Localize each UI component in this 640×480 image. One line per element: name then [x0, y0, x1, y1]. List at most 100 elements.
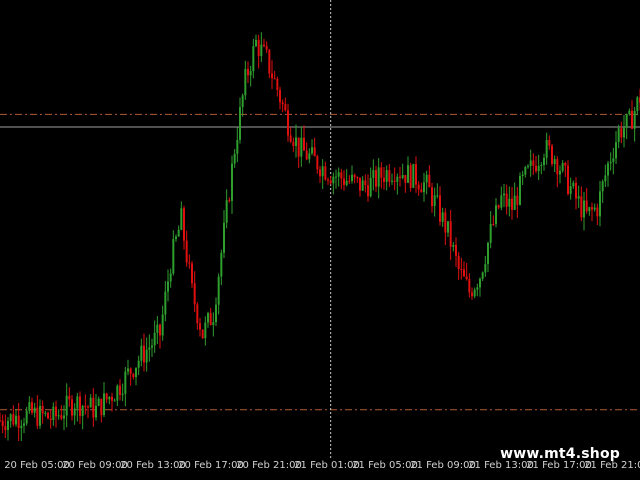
candle-body-154 [409, 165, 412, 188]
candle-body-66 [175, 236, 177, 240]
candle-body-140 [372, 170, 375, 178]
candle-body-128 [340, 172, 343, 179]
candle-body-30 [79, 396, 81, 416]
candle-body-60 [159, 324, 161, 336]
candle-body-99 [263, 44, 265, 47]
x-tick-label-7: 21 Feb 09:00 [410, 460, 476, 471]
candle-body-49 [129, 368, 132, 374]
candle-body-19 [49, 418, 52, 420]
candle-body-91 [241, 95, 244, 108]
candle-body-189 [503, 193, 505, 196]
candle-body-39 [103, 393, 105, 416]
candle-body-35 [92, 397, 95, 418]
candle-body-131 [348, 180, 351, 182]
candle-body-106 [281, 102, 284, 105]
candle-body-152 [404, 175, 407, 183]
candle-body-166 [441, 212, 444, 222]
candle-body-72 [191, 263, 193, 284]
candle-body-236 [628, 110, 631, 115]
candle-body-126 [335, 176, 337, 178]
candle-body-9 [23, 423, 25, 426]
candle-body-238 [633, 110, 636, 129]
candle-body-216 [575, 182, 577, 199]
x-tick-label-0: 20 Feb 05:00 [4, 460, 70, 471]
candle-body-38 [100, 398, 103, 416]
candle-body-167 [444, 212, 447, 233]
candle-body-175 [465, 276, 468, 280]
candle-body-65 [172, 239, 175, 274]
candle-body-100 [265, 46, 268, 50]
candle-body-90 [239, 107, 241, 140]
candle-body-148 [393, 180, 396, 182]
candle-body-183 [487, 242, 489, 264]
x-tick-label-5: 21 Feb 01:00 [294, 460, 360, 471]
candle-body-0 [0, 420, 1, 422]
candle-body-28 [73, 408, 76, 416]
candle-body-231 [615, 142, 617, 159]
candle-body-221 [588, 207, 591, 212]
candle-body-1 [1, 420, 4, 427]
candle-body-171 [455, 244, 457, 256]
candle-body-212 [564, 162, 567, 166]
candle-body-174 [463, 269, 465, 277]
candle-body-43 [113, 400, 116, 402]
candle-body-224 [596, 207, 599, 217]
candle-body-77 [204, 322, 207, 339]
candle-body-168 [447, 221, 449, 233]
candle-body-123 [327, 179, 329, 181]
candle-body-117 [311, 147, 313, 154]
candle-body-196 [521, 174, 524, 177]
candle-body-45 [119, 385, 121, 395]
candle-body-129 [343, 178, 345, 185]
candle-body-11 [28, 402, 31, 411]
candle-body-163 [433, 195, 436, 207]
candle-body-75 [199, 323, 201, 330]
candle-body-173 [460, 268, 463, 270]
candle-body-180 [479, 278, 481, 288]
candle-body-150 [399, 176, 401, 178]
candle-body-169 [449, 221, 452, 247]
candle-body-160 [425, 174, 428, 183]
candle-body-110 [292, 141, 295, 146]
candle-body-102 [271, 73, 273, 79]
candle-body-95 [252, 45, 255, 72]
candle-body-62 [164, 291, 167, 315]
candle-body-46 [121, 393, 124, 395]
candle-body-220 [585, 200, 588, 212]
candle-body-63 [167, 281, 169, 292]
candle-body-199 [529, 160, 532, 166]
candle-body-50 [132, 373, 135, 378]
x-tick-label-4: 20 Feb 21:00 [236, 460, 302, 471]
chart-plot-area[interactable] [0, 0, 640, 460]
candle-body-40 [105, 393, 108, 400]
candle-body-74 [196, 304, 199, 324]
candle-body-149 [396, 176, 399, 182]
candle-body-97 [257, 39, 260, 56]
candle-body-223 [593, 207, 596, 210]
candle-body-132 [351, 174, 353, 181]
candle-body-206 [548, 140, 551, 146]
candle-body-115 [305, 150, 308, 160]
candle-body-135 [359, 177, 361, 191]
candle-body-85 [225, 200, 228, 223]
candle-body-213 [567, 165, 569, 194]
candle-body-15 [39, 405, 41, 426]
candle-body-136 [361, 180, 364, 191]
candle-body-178 [473, 289, 476, 297]
candle-body-170 [452, 244, 455, 247]
candle-body-157 [417, 184, 420, 190]
candle-body-210 [559, 170, 561, 175]
candle-body-162 [431, 187, 433, 207]
candle-body-10 [25, 410, 28, 424]
candle-body-36 [95, 405, 97, 418]
candle-body-229 [609, 161, 612, 164]
candle-body-215 [572, 182, 575, 187]
candle-body-44 [116, 385, 119, 401]
candle-body-193 [513, 195, 516, 210]
candle-body-195 [519, 176, 521, 205]
candle-body-198 [527, 165, 529, 168]
watermark: www.mt4.shop [500, 446, 620, 462]
candle-body-144 [383, 177, 385, 182]
candle-body-87 [231, 163, 233, 201]
candle-body-94 [249, 71, 252, 76]
